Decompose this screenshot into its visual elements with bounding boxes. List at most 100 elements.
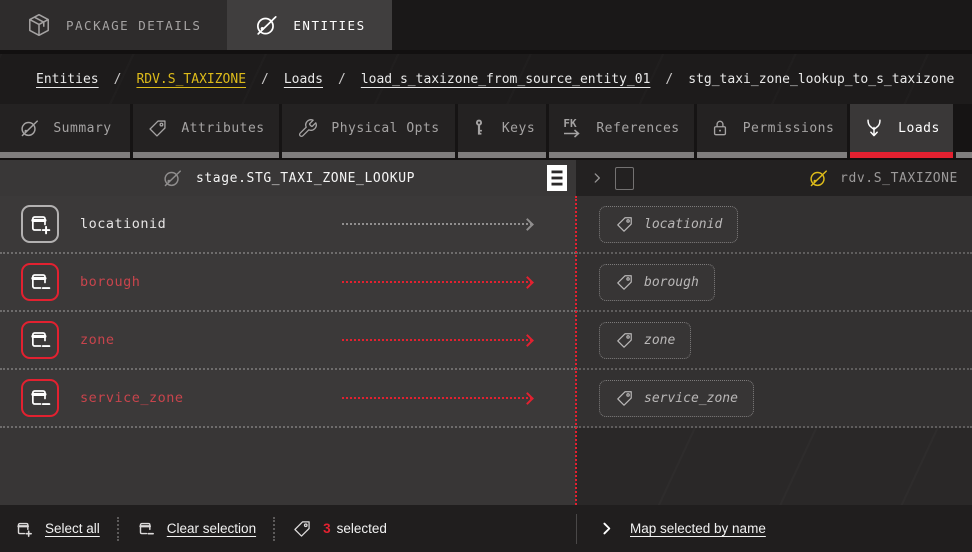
breadcrumb-separator: / — [338, 72, 346, 87]
mapping-arrow — [342, 220, 532, 229]
source-panel: stage.STG_TAXI_ZONE_LOOKUP — [0, 160, 576, 505]
tab-label: Keys — [502, 121, 535, 136]
tab-label: Physical Opts — [331, 121, 439, 136]
tab-summary[interactable]: Summary — [0, 104, 130, 158]
source-panel-header: stage.STG_TAXI_ZONE_LOOKUP — [0, 160, 576, 196]
selected-count-status: 3selected — [292, 519, 387, 539]
tab-permissions[interactable]: Permissions — [697, 104, 847, 158]
source-attribute-name: borough — [80, 274, 140, 290]
breadcrumb: Entities / RDV.S_TAXIZONE / Loads / load… — [0, 54, 972, 104]
toggle-select-button[interactable] — [21, 321, 59, 359]
mapping-arrow — [342, 278, 532, 287]
map-selected-by-name-button[interactable]: Map selected by name — [630, 521, 766, 536]
tag-icon — [147, 118, 168, 139]
target-attribute-row: service_zone — [576, 370, 972, 428]
source-attribute-row: service_zone — [0, 370, 576, 428]
top-tab-label: PACKAGE DETAILS — [66, 18, 201, 33]
target-attribute-row: borough — [576, 254, 972, 312]
target-attribute-chip[interactable]: zone — [599, 322, 691, 359]
tag-icon — [615, 215, 634, 234]
tab-attributes[interactable]: Attributes — [133, 104, 279, 158]
source-attribute-name: zone — [80, 332, 115, 348]
fk-icon: FK — [563, 118, 583, 138]
list-view-icon[interactable] — [547, 165, 567, 191]
toggle-select-button[interactable] — [21, 205, 59, 243]
hub-icon — [253, 12, 279, 38]
breadcrumb-item-entity[interactable]: RDV.S_TAXIZONE — [136, 72, 246, 87]
top-tab-label: ENTITIES — [293, 18, 365, 33]
tab-physical-opts[interactable]: Physical Opts — [282, 104, 455, 158]
selected-count: 3 — [323, 521, 331, 536]
breadcrumb-separator: / — [114, 72, 122, 87]
merge-icon — [863, 117, 885, 139]
footer-bar: Select all Clear selection — [0, 505, 972, 552]
footer-selection-controls: Select all Clear selection — [0, 517, 576, 541]
target-attribute-row: locationid — [576, 196, 972, 254]
source-table-title: stage.STG_TAXI_ZONE_LOOKUP — [196, 171, 415, 186]
target-panel: rdv.S_TAXIZONE locationid borough — [576, 160, 972, 505]
toggle-select-button[interactable] — [21, 379, 59, 417]
target-attribute-name: service_zone — [644, 391, 738, 406]
target-attribute-chip[interactable]: service_zone — [599, 380, 754, 417]
source-attribute-name: locationid — [80, 216, 166, 232]
tab-label: References — [596, 121, 679, 136]
toggle-select-button[interactable] — [21, 263, 59, 301]
target-panel-filler — [576, 428, 972, 505]
target-attribute-chip[interactable]: locationid — [599, 206, 738, 243]
footer-separator — [273, 517, 275, 541]
tag-icon — [615, 331, 634, 350]
expand-chevron-icon[interactable] — [590, 171, 604, 185]
wrench-icon — [297, 118, 318, 139]
select-remove-icon — [27, 269, 53, 295]
breadcrumb-item-loads[interactable]: Loads — [284, 72, 323, 87]
key-icon — [469, 118, 489, 138]
target-table-title: rdv.S_TAXIZONE — [840, 171, 958, 186]
mapping-arrow — [342, 336, 532, 345]
hub-icon — [807, 167, 829, 189]
target-attribute-row: zone — [576, 312, 972, 370]
breadcrumb-separator: / — [665, 72, 673, 87]
tab-bar-filler — [956, 104, 972, 158]
clear-selection-button[interactable]: Clear selection — [136, 519, 256, 539]
breadcrumb-item-load[interactable]: load_s_taxizone_from_source_entity_01 — [361, 72, 651, 87]
mapping-arrow — [342, 394, 532, 403]
breadcrumb-item-entities[interactable]: Entities — [36, 72, 99, 87]
target-attribute-chip[interactable]: borough — [599, 264, 715, 301]
select-add-icon — [14, 519, 34, 539]
select-remove-icon — [136, 519, 156, 539]
select-all-label: Select all — [45, 521, 100, 536]
load-mapping-area: stage.STG_TAXI_ZONE_LOOKUP — [0, 160, 972, 505]
app-window: PACKAGE DETAILS ENTITIES Entities / RDV.… — [0, 0, 972, 552]
clear-selection-label: Clear selection — [167, 521, 256, 536]
target-attribute-name: borough — [644, 275, 699, 290]
target-attribute-name: zone — [644, 333, 675, 348]
top-tab-package-details[interactable]: PACKAGE DETAILS — [0, 0, 227, 50]
tab-label: Attributes — [181, 121, 264, 136]
panel-divider — [575, 196, 577, 505]
target-panel-header: rdv.S_TAXIZONE — [576, 160, 972, 196]
tab-label: Loads — [898, 121, 940, 136]
tab-keys[interactable]: Keys — [458, 104, 546, 158]
hub-icon — [18, 117, 40, 139]
source-attribute-row: borough — [0, 254, 576, 312]
tab-loads[interactable]: Loads — [850, 104, 953, 158]
footer-map-controls: Map selected by name — [576, 514, 972, 544]
select-add-icon — [27, 211, 53, 237]
top-tab-entities[interactable]: ENTITIES — [227, 0, 391, 50]
source-attribute-row: locationid — [0, 196, 576, 254]
tab-label: Summary — [53, 121, 111, 136]
breadcrumb-separator: / — [261, 72, 269, 87]
tab-references[interactable]: FK References — [549, 104, 694, 158]
tag-icon — [292, 519, 312, 539]
target-attribute-name: locationid — [644, 217, 722, 232]
select-remove-icon — [27, 385, 53, 411]
source-attribute-name: service_zone — [80, 390, 184, 406]
tab-label: Permissions — [743, 121, 835, 136]
lock-icon — [710, 118, 730, 138]
top-bar: PACKAGE DETAILS ENTITIES — [0, 0, 972, 50]
hub-icon — [161, 167, 183, 189]
select-all-checkbox[interactable] — [615, 167, 634, 190]
tag-icon — [615, 389, 634, 408]
section-tab-bar: Summary Attributes Physical Opts Keys FK — [0, 104, 972, 158]
select-all-button[interactable]: Select all — [14, 519, 100, 539]
